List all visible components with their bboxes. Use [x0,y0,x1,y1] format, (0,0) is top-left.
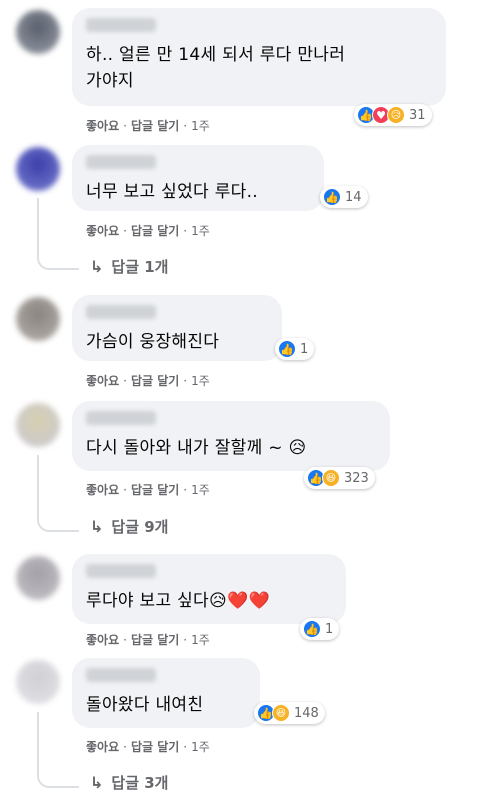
separator: · [123,373,127,388]
commenter-name[interactable] [86,18,156,32]
commenter-name[interactable] [86,305,156,319]
separator: · [123,482,127,497]
reaction-count: 14 [345,189,362,205]
comment-bubble: 돌아왔다 내여친 [72,658,260,728]
reply-arrow-icon: ↳ [90,517,104,536]
reply-link[interactable]: 답글 달기 [131,117,179,134]
haha-icon: 😆 [322,469,340,487]
comment-bubble: 루다야 보고 싶다😥❤️❤️ [72,554,346,624]
reaction-count: 148 [294,705,319,721]
timestamp[interactable]: 1주 [191,222,210,239]
reaction-summary[interactable]: 👍 14 [320,186,368,208]
avatar[interactable] [16,10,60,54]
reaction-summary[interactable]: 👍 1 [300,618,340,640]
like-link[interactable]: 좋아요 [86,738,119,755]
reply-link[interactable]: 답글 달기 [131,738,179,755]
comment-actions: 좋아요 · 답글 달기 · 1주 [86,222,210,239]
view-replies-link[interactable]: ↳ 답글 3개 [90,772,168,793]
comment-text: 다시 돌아와 내가 잘할께 ~ 😥 [86,435,376,461]
comment-text: 가슴이 웅장해진다 [86,332,220,352]
timestamp[interactable]: 1주 [191,738,210,755]
like-icon: 👍 [303,620,321,638]
like-link[interactable]: 좋아요 [86,631,119,648]
timestamp[interactable]: 1주 [191,631,210,648]
thread-connector [37,766,79,788]
separator: · [183,632,188,647]
reaction-summary[interactable]: 👍 1 [275,338,315,360]
comment-actions: 좋아요 · 답글 달기 · 1주 [86,481,210,498]
separator: · [183,482,188,497]
view-replies-link[interactable]: ↳ 답글 1개 [90,256,168,277]
replies-count: 답글 9개 [111,518,169,536]
separator: · [123,118,127,133]
timestamp[interactable]: 1주 [191,481,210,498]
reply-link[interactable]: 답글 달기 [131,372,179,389]
emoji-sequence: 😥❤️❤️ [209,591,270,611]
avatar[interactable] [16,297,60,341]
reply-link[interactable]: 답글 달기 [131,631,179,648]
comment-bubble: 하.. 얼른 만 14세 되서 루다 만나러 가야지 [72,8,446,106]
reaction-summary[interactable]: 👍 😆 148 [254,702,325,724]
reaction-count: 1 [325,621,334,637]
comment-bubble: 다시 돌아와 내가 잘할께 ~ 😥 [72,401,390,471]
sad-emoji: 😥 [288,438,307,458]
commenter-name[interactable] [86,668,156,682]
comment-actions: 좋아요 · 답글 달기 · 1주 [86,372,210,389]
comment-actions: 좋아요 · 답글 달기 · 1주 [86,631,210,648]
thread-line [37,455,39,510]
comment-text-body: 다시 돌아와 내가 잘할께 ~ [86,438,283,458]
reaction-summary[interactable]: 👍 😆 323 [304,467,375,489]
commenter-name[interactable] [86,155,156,169]
comment-actions: 좋아요 · 답글 달기 · 1주 [86,117,210,134]
like-link[interactable]: 좋아요 [86,481,119,498]
sad-icon: 😥 [387,106,405,124]
separator: · [123,632,127,647]
separator: · [183,739,188,754]
separator: · [123,223,127,238]
comment-bubble: 가슴이 웅장해진다 [72,295,282,361]
separator: · [183,118,188,133]
thread-connector [37,510,79,532]
comment-text-body: 루다야 보고 싶다 [86,591,209,611]
separator: · [123,739,127,754]
replies-count: 답글 3개 [111,774,169,792]
replies-count: 답글 1개 [111,258,169,276]
like-link[interactable]: 좋아요 [86,372,119,389]
reaction-count: 323 [344,470,369,486]
commenter-name[interactable] [86,411,156,425]
comment-actions: 좋아요 · 답글 달기 · 1주 [86,738,210,755]
timestamp[interactable]: 1주 [191,117,210,134]
avatar[interactable] [16,660,60,704]
comment-bubble: 너무 보고 싶었다 루다.. [72,145,324,211]
reply-arrow-icon: ↳ [90,257,104,276]
comment-text: 하.. 얼른 만 14세 되서 루다 만나러 가야지 [86,45,346,91]
comment-text: 루다야 보고 싶다😥❤️❤️ [86,588,332,614]
reaction-count: 31 [409,107,426,123]
like-icon: 👍 [278,340,296,358]
like-link[interactable]: 좋아요 [86,117,119,134]
reply-link[interactable]: 답글 달기 [131,481,179,498]
reply-arrow-icon: ↳ [90,773,104,792]
like-icon: 👍 [323,188,341,206]
avatar[interactable] [16,147,60,191]
thread-line [37,712,39,767]
separator: · [183,373,188,388]
timestamp[interactable]: 1주 [191,372,210,389]
comment-text: 돌아왔다 내여친 [86,695,204,715]
view-replies-link[interactable]: ↳ 답글 9개 [90,516,168,537]
avatar[interactable] [16,556,60,600]
reply-link[interactable]: 답글 달기 [131,222,179,239]
comment-text: 너무 보고 싶었다 루다.. [86,182,258,202]
thread-connector [37,248,79,270]
thread-line [37,198,39,248]
separator: · [183,223,188,238]
commenter-name[interactable] [86,564,156,578]
reaction-count: 1 [300,341,309,357]
reaction-summary[interactable]: 👍 ♥ 😥 31 [354,104,432,126]
like-link[interactable]: 좋아요 [86,222,119,239]
haha-icon: 😆 [272,704,290,722]
avatar[interactable] [16,403,60,447]
